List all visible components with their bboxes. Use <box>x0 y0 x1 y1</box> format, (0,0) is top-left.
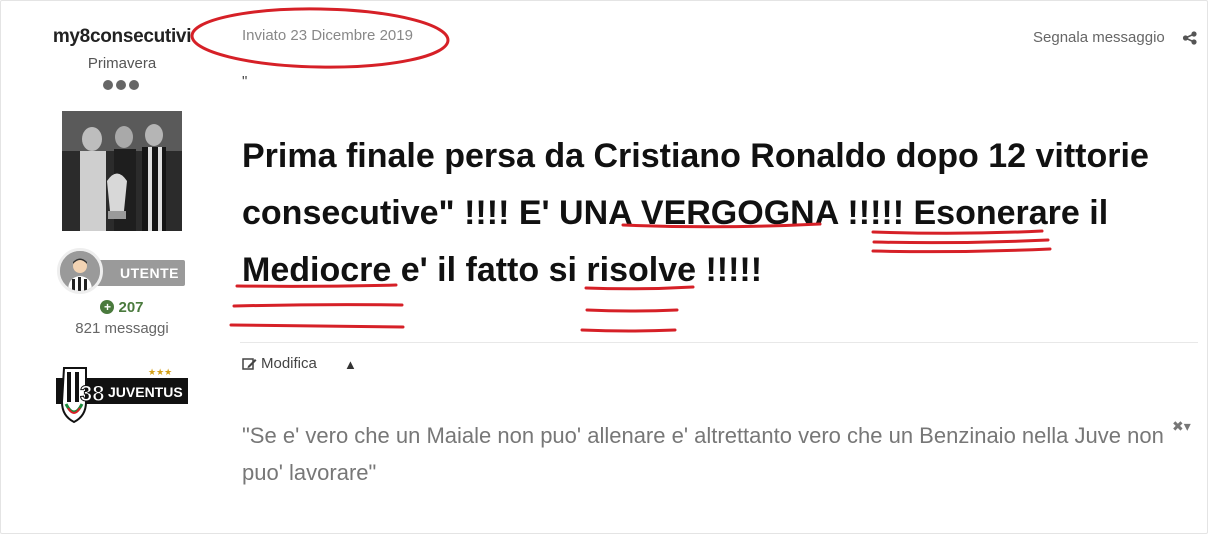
badge-label: UTENTE <box>120 265 179 281</box>
signature-options-icon[interactable]: ✖▾ <box>1172 418 1191 435</box>
content-word-mediocre: Mediocre <box>242 251 392 289</box>
post-date[interactable]: Inviato 23 Dicembre 2019 <box>242 27 413 44</box>
reputation-count: +207 <box>22 299 222 316</box>
content-word-vergogna: VERGOGNA <box>640 194 838 232</box>
member-group-badge: UTENTE <box>57 248 187 294</box>
edit-label: Modifica <box>261 355 317 372</box>
report-post-link[interactable]: Segnala messaggio <box>1033 29 1165 46</box>
signature: "Se e' vero che un Maiale non puo' allen… <box>242 423 1164 485</box>
collapse-arrow-icon[interactable]: ▲ <box>344 357 357 372</box>
logo-number: 38 <box>80 381 104 406</box>
share-icon[interactable] <box>1182 31 1198 45</box>
content-word-esonerare: Esonerare il <box>913 194 1109 232</box>
user-badge-icon <box>57 248 103 294</box>
edit-icon <box>242 357 257 370</box>
svg-text:★★★: ★★★ <box>148 368 172 378</box>
content-word-risolve: risolve <box>586 251 697 289</box>
author-name[interactable]: my8consecutivi <box>22 26 222 48</box>
rank-pips-icon <box>103 80 139 90</box>
avatar[interactable] <box>62 111 182 231</box>
plus-circle-icon: + <box>100 300 115 314</box>
post-body: Prima finale persa da Cristiano Ronaldo … <box>242 128 1182 299</box>
content-text: e' il fatto si <box>391 251 587 289</box>
content-divider <box>240 342 1198 343</box>
logo-text: JUVENTUS <box>108 384 183 400</box>
reputation-value: 207 <box>118 299 144 316</box>
author-rank: Primavera <box>87 55 157 72</box>
content-text: !!!!! <box>837 194 914 232</box>
juventus-logo: 38 JUVENTUS ★★★ <box>56 364 188 426</box>
edit-link[interactable]: Modifica <box>242 355 317 372</box>
content-text: !!!!! <box>696 251 763 289</box>
post-count: 821 messaggi <box>75 320 169 337</box>
quote-mark: " <box>242 73 248 90</box>
